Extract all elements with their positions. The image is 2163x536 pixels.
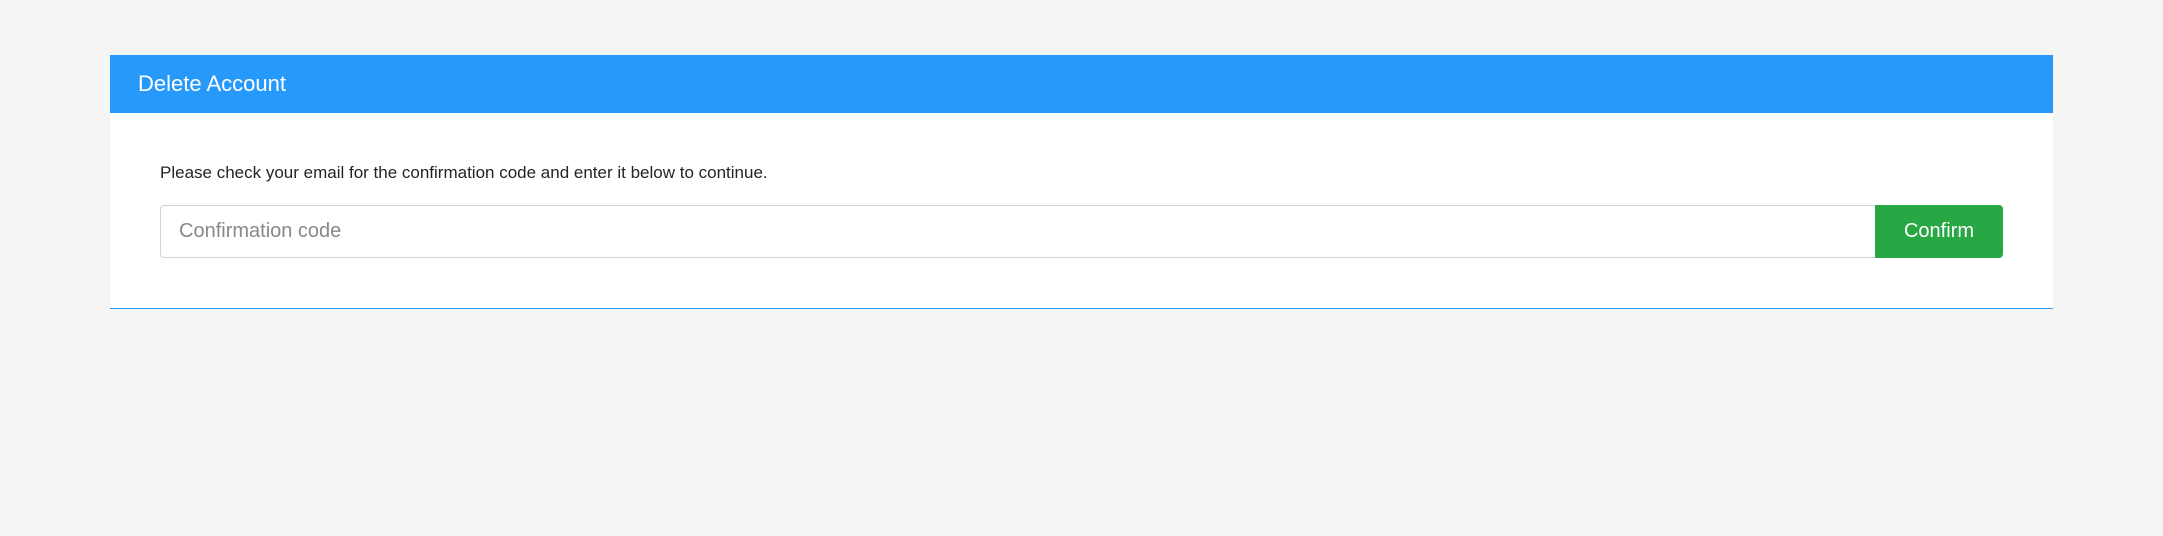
panel-title: Delete Account [110,55,2053,113]
panel-body: Please check your email for the confirma… [110,113,2053,308]
confirmation-input-group: Confirm [160,205,2003,258]
confirmation-code-input[interactable] [160,205,1875,258]
instruction-text: Please check your email for the confirma… [160,163,2003,183]
delete-account-panel: Delete Account Please check your email f… [110,55,2053,309]
confirm-button[interactable]: Confirm [1875,205,2003,258]
